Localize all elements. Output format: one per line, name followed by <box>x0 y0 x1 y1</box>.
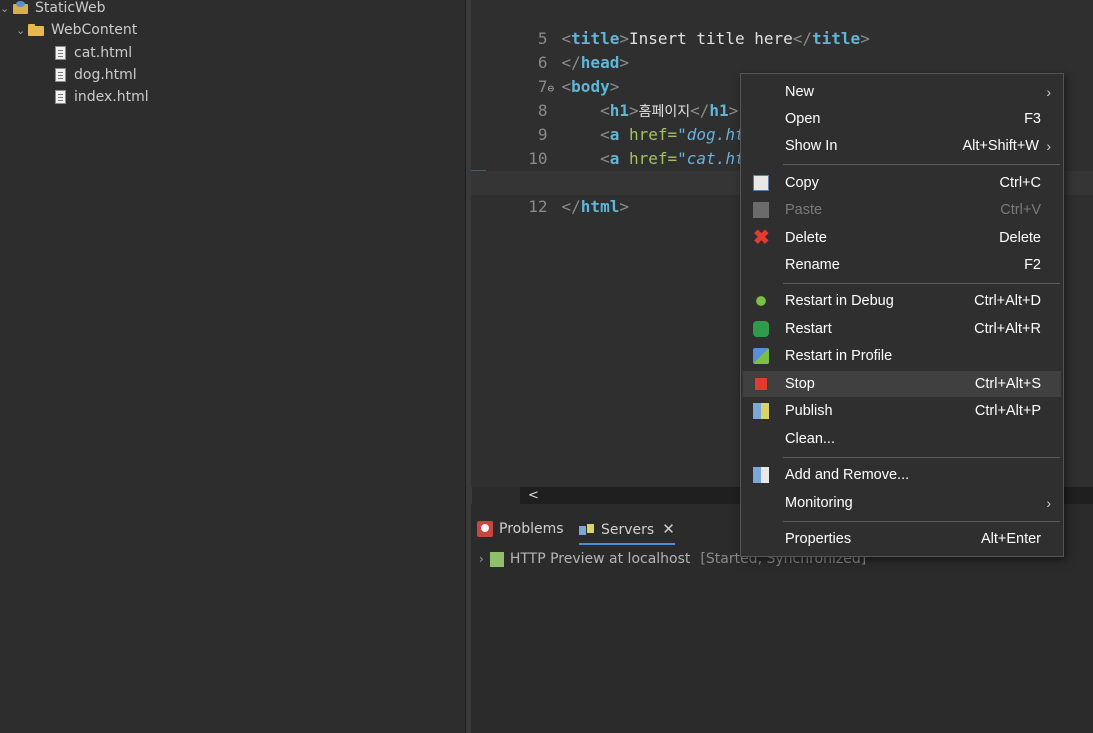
menu-item-label: Clean... <box>785 431 835 447</box>
restart-icon <box>753 321 769 337</box>
menu-item-properties[interactable]: Properties Alt+Enter <box>743 526 1061 552</box>
menu-separator <box>783 457 1060 458</box>
menu-item-copy[interactable]: Copy Ctrl+C <box>743 170 1061 196</box>
menu-shortcut: Alt+Shift+W <box>962 138 1039 154</box>
menu-item-open[interactable]: Open F3 <box>743 106 1061 132</box>
submenu-arrow-icon: › <box>1046 84 1051 100</box>
menu-item-label: Publish <box>785 403 833 419</box>
close-icon[interactable]: ✕ <box>662 520 675 538</box>
add-remove-icon <box>753 467 769 483</box>
menu-item-label: Restart <box>785 321 832 337</box>
project-explorer: ⌄ StaticWeb ⌄ WebContent cat.html dog.html… <box>0 0 465 733</box>
menu-item-add-remove[interactable]: Add and Remove... <box>743 462 1061 488</box>
context-menu: New › Open F3 Show In Alt+Shift+W › Copy… <box>740 73 1064 557</box>
tree-item-project[interactable]: ⌄ StaticWeb <box>0 0 106 19</box>
menu-item-label: Restart in Profile <box>785 348 893 364</box>
file-label: dog.html <box>74 67 137 83</box>
menu-item-show-in[interactable]: Show In Alt+Shift+W › <box>743 133 1061 159</box>
menu-shortcut: Ctrl+C <box>999 175 1042 191</box>
html-file-icon <box>55 68 66 82</box>
menu-shortcut: F3 <box>1024 111 1041 127</box>
copy-icon <box>753 175 769 191</box>
server-icon <box>489 551 504 567</box>
menu-item-restart[interactable]: Restart Ctrl+Alt+R <box>743 316 1061 342</box>
delete-icon: ✖ <box>753 227 770 249</box>
code-token: html <box>580 197 620 216</box>
menu-shortcut: Delete <box>999 230 1041 246</box>
tree-item-webcontent[interactable]: ⌄ WebContent <box>16 19 137 41</box>
menu-item-label: New <box>785 84 815 100</box>
server-name: HTTP Preview at localhost <box>509 551 691 567</box>
html-file-icon <box>55 90 66 104</box>
chevron-right-icon[interactable]: › <box>479 552 484 566</box>
menu-shortcut: Ctrl+Alt+D <box>974 293 1041 309</box>
tree-item-file[interactable]: dog.html <box>55 64 137 86</box>
menu-item-label: Rename <box>785 257 840 273</box>
menu-item-label: Monitoring <box>785 495 853 511</box>
code-token: > <box>619 197 629 216</box>
menu-shortcut: Ctrl+Alt+S <box>974 376 1041 392</box>
menu-item-label: Properties <box>785 531 852 547</box>
tab-problems[interactable]: Problems <box>477 515 564 543</box>
menu-item-restart-debug[interactable]: Restart in Debug Ctrl+Alt+D <box>743 288 1061 314</box>
chevron-down-icon[interactable]: ⌄ <box>16 20 28 42</box>
menu-shortcut: Ctrl+Alt+R <box>974 321 1041 337</box>
tree-item-file[interactable]: cat.html <box>55 42 132 64</box>
tab-label: Servers <box>601 522 655 538</box>
menu-item-stop[interactable]: Stop Ctrl+Alt+S <box>743 371 1061 397</box>
code-token: </ <box>561 197 581 216</box>
tab-servers[interactable]: Servers ✕ <box>579 515 675 545</box>
tree-item-file[interactable]: index.html <box>55 86 149 108</box>
menu-item-new[interactable]: New › <box>743 79 1061 105</box>
menu-shortcut: Alt+Enter <box>980 531 1041 547</box>
menu-item-label: Paste <box>785 202 823 218</box>
tab-label: Problems <box>499 521 564 537</box>
scroll-left-icon[interactable]: < <box>528 487 539 504</box>
menu-item-rename[interactable]: Rename F2 <box>743 252 1061 278</box>
html-file-icon <box>55 46 66 60</box>
menu-item-label: Copy <box>785 175 819 191</box>
servers-icon <box>579 524 595 536</box>
line-number: 12 <box>528 197 548 216</box>
menu-item-label: Show In <box>785 138 838 154</box>
menu-item-publish[interactable]: Publish Ctrl+Alt+P <box>743 398 1061 424</box>
menu-shortcut: Ctrl+Alt+P <box>974 403 1041 419</box>
web-project-icon <box>12 1 30 15</box>
menu-item-label: Stop <box>785 376 815 392</box>
menu-item-label: Open <box>785 111 821 127</box>
menu-item-monitoring[interactable]: Monitoring › <box>743 490 1061 516</box>
file-label: index.html <box>74 89 149 105</box>
file-label: cat.html <box>74 45 133 61</box>
menu-shortcut: F2 <box>1024 257 1041 273</box>
paste-icon <box>753 202 769 218</box>
code-line: 6 </head> <box>471 27 1093 72</box>
menu-separator <box>783 521 1060 522</box>
menu-item-delete[interactable]: ✖ Delete Delete <box>743 225 1061 251</box>
menu-item-restart-profile[interactable]: Restart in Profile <box>743 343 1061 369</box>
project-label: StaticWeb <box>35 0 106 16</box>
debug-bug-icon <box>753 293 769 309</box>
code-line: 7⊖ <body> <box>471 51 1093 96</box>
chevron-down-icon[interactable]: ⌄ <box>0 0 12 20</box>
menu-separator <box>783 164 1060 165</box>
menu-shortcut: Ctrl+V <box>1000 202 1041 218</box>
menu-separator <box>783 283 1060 284</box>
menu-item-label: Delete <box>785 230 827 246</box>
submenu-arrow-icon: › <box>1046 495 1051 511</box>
menu-item-clean[interactable]: Clean... <box>743 426 1061 452</box>
menu-item-paste: Paste Ctrl+V <box>743 197 1061 223</box>
profile-icon <box>753 348 769 364</box>
problems-icon <box>477 521 493 537</box>
menu-item-label: Restart in Debug <box>785 293 894 309</box>
folder-label: WebContent <box>51 22 138 38</box>
menu-item-label: Add and Remove... <box>785 467 910 483</box>
submenu-arrow-icon: › <box>1046 138 1051 154</box>
stop-icon <box>755 378 767 390</box>
publish-icon <box>753 403 769 419</box>
folder-icon <box>28 24 45 36</box>
code-line: 5 <title>Insert title here</title> <box>471 3 1093 48</box>
